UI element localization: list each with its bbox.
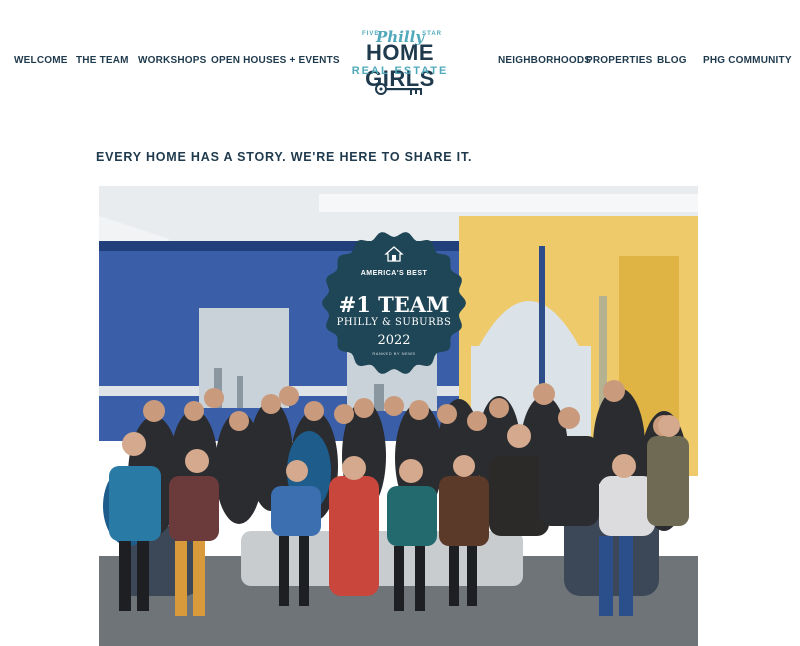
nav-welcome[interactable]: WELCOME bbox=[14, 55, 68, 66]
house-icon bbox=[384, 246, 404, 262]
nav-the-team[interactable]: THE TEAM bbox=[76, 55, 129, 66]
award-badge: AMERICA'S BEST #1 TEAM PHILLY & SUBURBS … bbox=[321, 230, 467, 376]
badge-year-text: 2022 bbox=[377, 333, 411, 348]
nav-open-houses-events[interactable]: OPEN HOUSES + EVENTS bbox=[211, 55, 340, 66]
logo-star-text: STAR bbox=[422, 31, 442, 37]
page-tagline: EVERY HOME HAS A STORY. WE'RE HERE TO SH… bbox=[96, 150, 473, 164]
badge-title-text: #1 TEAM bbox=[338, 292, 450, 317]
nav-blog[interactable]: BLOG bbox=[657, 55, 687, 66]
team-photo: AMERICA'S BEST #1 TEAM PHILLY & SUBURBS … bbox=[99, 186, 698, 646]
logo-sub-text: REAL ESTATE bbox=[351, 65, 449, 77]
badge-subtitle-text: PHILLY & SUBURBS bbox=[336, 317, 452, 328]
key-icon bbox=[375, 83, 422, 95]
badge-ranked-text: RANKED BY NEWS bbox=[372, 351, 416, 356]
nav-properties[interactable]: PROPERTIES bbox=[586, 55, 652, 66]
main-navigation: WELCOME THE TEAM WORKSHOPS OPEN HOUSES +… bbox=[0, 0, 800, 120]
site-logo[interactable]: FIVE Philly STAR HOME GIRLS REAL ESTATE bbox=[330, 22, 470, 102]
nav-phg-community[interactable]: PHG COMMUNITY bbox=[703, 55, 792, 66]
nav-neighborhoods[interactable]: NEIGHBORHOODS bbox=[498, 55, 591, 66]
nav-workshops[interactable]: WORKSHOPS bbox=[138, 55, 206, 66]
badge-brand-text: AMERICA'S BEST bbox=[360, 270, 428, 277]
